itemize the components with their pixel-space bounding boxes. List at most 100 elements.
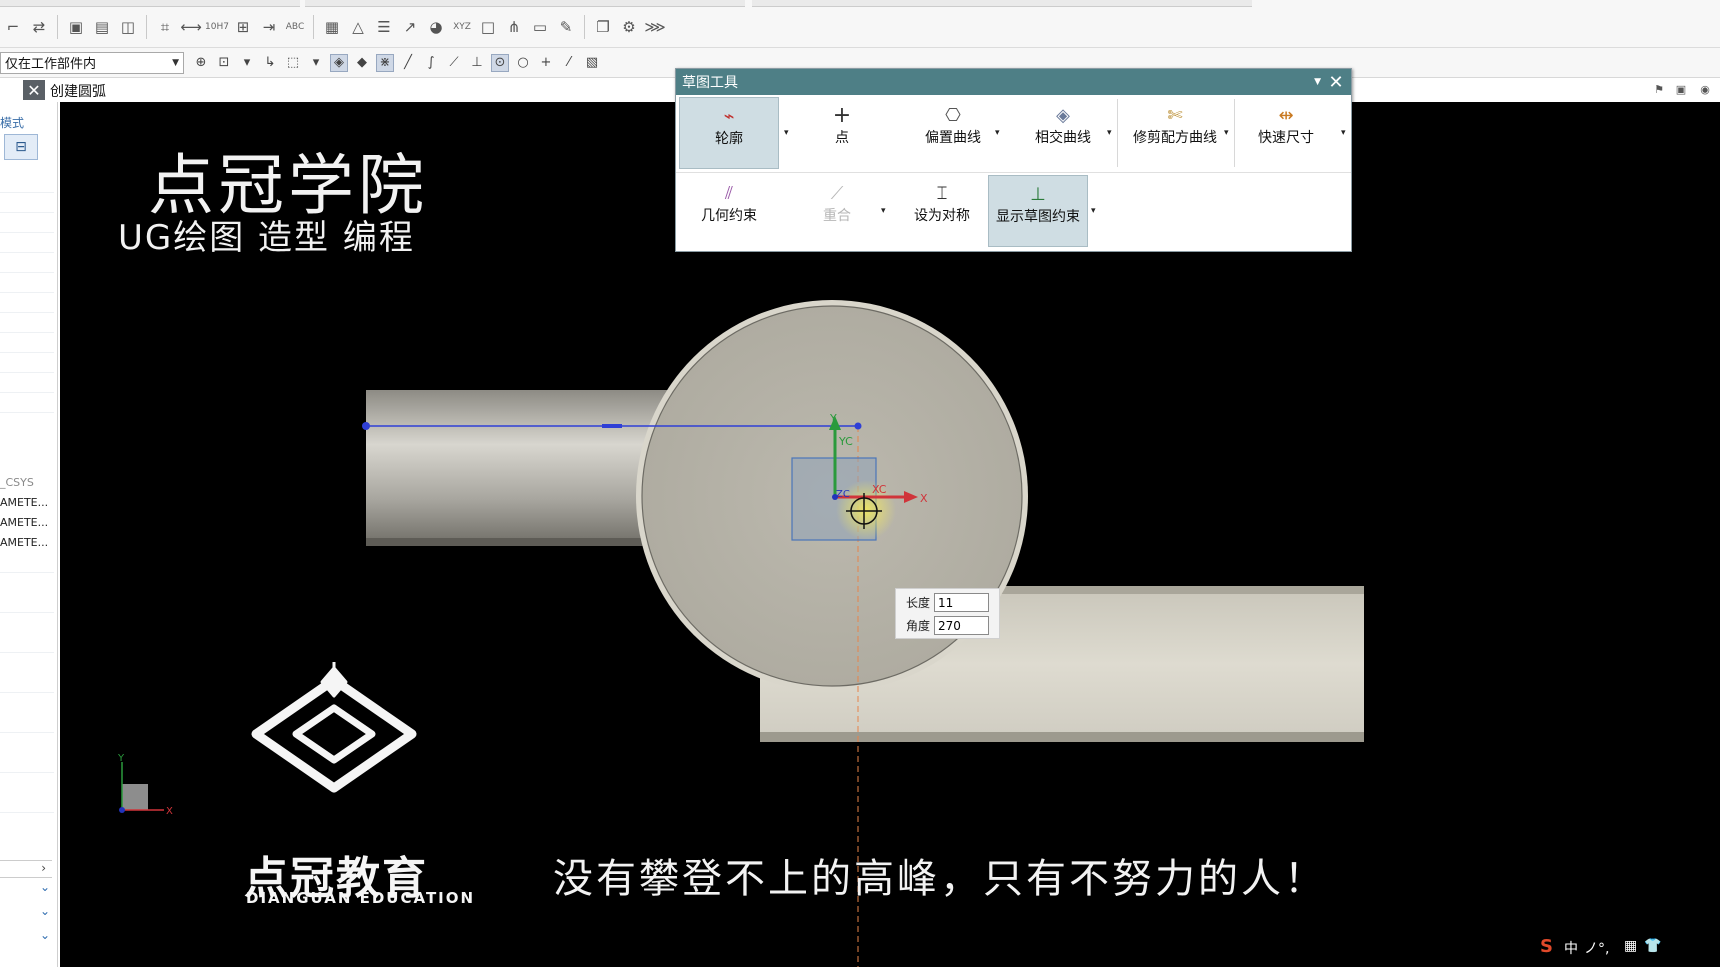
keyboard-icon[interactable]: ▦ [1624, 938, 1637, 954]
trim-recipe-curve-button[interactable]: ✄ 修剪配方曲线 [1118, 97, 1232, 169]
box-select-icon[interactable]: ⬚ [284, 54, 302, 72]
filter-icon[interactable]: ⊕ [192, 54, 210, 72]
dimension-input-box: 长度 角度 [895, 588, 1000, 639]
show-sketch-constraints-button[interactable]: ⊥ 显示草图约束 [988, 175, 1088, 247]
gear-icon[interactable]: ⚙ [618, 16, 640, 38]
perpendicular-icon[interactable]: ⊥ [468, 54, 486, 72]
tree-icon[interactable]: ⋔ [503, 16, 525, 38]
line-icon[interactable]: ╱ [399, 54, 417, 72]
chevron-down-icon[interactable]: ▼ [1314, 77, 1321, 87]
angle-input[interactable] [934, 616, 989, 635]
grid-icon[interactable]: ⌗ [154, 16, 176, 38]
sketch-tools-header[interactable]: 草图工具 ▼ ✕ [676, 69, 1351, 95]
curve-icon[interactable]: ∫ [422, 54, 440, 72]
yc-axis-label: YC [838, 435, 853, 448]
datum-icon[interactable]: ⊞ [232, 16, 254, 38]
split-icon[interactable]: ⇄ [28, 16, 50, 38]
offset-curve-button[interactable]: ⎔ 偏置曲线 [898, 97, 1008, 169]
toolbar-separator [584, 15, 585, 39]
toolbar-strip [752, 0, 1252, 7]
horizontal-scrollbar[interactable]: › [0, 860, 52, 878]
sogou-icon[interactable]: S [1540, 936, 1553, 957]
box-icon[interactable]: ◫ [117, 16, 139, 38]
layer-icon[interactable]: ▧ [583, 54, 601, 72]
row-divider [676, 172, 1351, 173]
nav-entry-parameter[interactable]: AMETE... [0, 496, 48, 509]
length-input[interactable] [934, 593, 989, 612]
toolbar-row-1: ⌐ ⇄ ▣ ▤ ◫ ⌗ ⟷ 10H7 ⊞ ⇥ ABC ▦ △ ☰ ↗ ◕ XYZ… [0, 10, 666, 44]
offset-icon[interactable]: ⇥ [258, 16, 280, 38]
pattern-icon[interactable]: ⋙ [644, 16, 666, 38]
nav-entry-parameter[interactable]: AMETE... [0, 516, 48, 529]
chevron-down-icon[interactable]: ⌄ [40, 904, 50, 918]
point-button[interactable]: + 点 [792, 97, 892, 169]
chevron-down-icon[interactable]: ⌄ [40, 928, 50, 942]
sketch-endpoint[interactable] [854, 422, 862, 430]
dianguan-logo-icon [251, 662, 417, 793]
center-point-icon[interactable]: ⊙ [491, 53, 509, 72]
globe-icon[interactable]: ◉ [1698, 82, 1712, 96]
chevron-right-icon[interactable]: › [41, 861, 46, 875]
toolbar-strip [0, 0, 300, 7]
chevron-down-icon[interactable]: ▾ [995, 128, 1000, 138]
skin-icon[interactable]: 👕 [1644, 938, 1661, 954]
flag-icon[interactable]: ⚑ [1652, 82, 1666, 96]
trim-recipe-label: 修剪配方曲线 [1133, 130, 1217, 146]
note-icon[interactable]: ☰ [373, 16, 395, 38]
chevron-down-icon[interactable]: ▾ [784, 128, 789, 138]
coincident-button[interactable]: ⟋ 重合 [792, 175, 882, 247]
set-symmetric-button[interactable]: ⌶ 设为对称 [892, 175, 992, 247]
close-icon[interactable]: ✕ [1327, 72, 1345, 93]
close-icon[interactable]: ✕ [23, 80, 45, 100]
toolbar-separator [146, 15, 147, 39]
view-icon[interactable]: ▣ [65, 16, 87, 38]
selection-scope-select[interactable]: 仅在工作部件内 ▼ [0, 51, 184, 74]
rapid-dimension-button[interactable]: ⇹ 快速尺寸 [1236, 97, 1336, 169]
selection-scope-value: 仅在工作部件内 [5, 57, 97, 72]
arrow-icon[interactable]: ↗ [399, 16, 421, 38]
part-navigator: 模式 ⊟ _CSYS AMETE... AMETE... AMETE... › … [0, 102, 58, 967]
triangle-icon[interactable]: △ [347, 16, 369, 38]
xyz-icon[interactable]: XYZ [451, 16, 473, 38]
mode-toggle-button[interactable]: ⊟ [4, 134, 38, 160]
chevron-down-icon[interactable]: ▾ [1341, 128, 1346, 138]
paste-icon[interactable]: ❐ [592, 16, 614, 38]
chevron-down-icon[interactable]: ⌄ [40, 880, 50, 894]
cross-point-icon[interactable]: + [537, 54, 555, 72]
punctuation-icon[interactable]: ノ°, [1584, 938, 1609, 958]
trim-recipe-icon: ✄ [1167, 104, 1183, 126]
chevron-down-icon[interactable]: ▾ [1224, 128, 1229, 138]
tangent-icon[interactable]: ⟋ [445, 54, 463, 72]
trim-icon[interactable]: ⌐ [2, 16, 24, 38]
solid-view-icon[interactable]: ◆ [353, 54, 371, 72]
chevron-down-icon[interactable]: ▾ [881, 206, 886, 216]
shaded-view-icon[interactable]: ◈ [330, 53, 348, 72]
measure-icon[interactable]: ⟷ [180, 16, 202, 38]
profile-button[interactable]: ⌁ 轮廓 [679, 97, 779, 169]
frame-icon[interactable]: □ [477, 16, 499, 38]
geometric-constraint-button[interactable]: ⫽ 几何约束 [679, 175, 779, 247]
snap-points-icon[interactable]: ⋇ [376, 53, 394, 72]
show-constraints-icon: ⊥ [1030, 183, 1046, 205]
nav-entry-csys[interactable]: _CSYS [0, 476, 34, 489]
sphere-icon[interactable]: ◕ [425, 16, 447, 38]
select-mode-icon[interactable]: ⊡ [215, 54, 233, 72]
chevron-down-icon[interactable]: ▾ [1107, 128, 1112, 138]
dimension-icon[interactable]: ABC [284, 16, 306, 38]
form-icon[interactable]: ▭ [529, 16, 551, 38]
circle-point-icon[interactable]: ○ [514, 54, 532, 72]
chevron-down-icon[interactable]: ▾ [1091, 206, 1096, 216]
window-icon[interactable]: ▣ [1674, 82, 1688, 96]
intersect-curve-button[interactable]: ◈ 相交曲线 [1008, 97, 1118, 169]
brush-icon[interactable]: ✎ [555, 16, 577, 38]
ime-mode-icon[interactable]: 中 [1564, 938, 1578, 958]
tolerance-icon[interactable]: 10H7 [205, 16, 229, 38]
nav-entry-parameter[interactable]: AMETE... [0, 536, 48, 549]
chevron-down-icon[interactable]: ▾ [307, 54, 325, 72]
chevron-down-icon[interactable]: ▾ [238, 54, 256, 72]
section-icon[interactable]: ▤ [91, 16, 113, 38]
slash-icon[interactable]: ⁄ [560, 54, 578, 72]
table-icon[interactable]: ▦ [321, 16, 343, 38]
snap-icon[interactable]: ↳ [261, 54, 279, 72]
sketch-endpoint[interactable] [362, 422, 370, 430]
